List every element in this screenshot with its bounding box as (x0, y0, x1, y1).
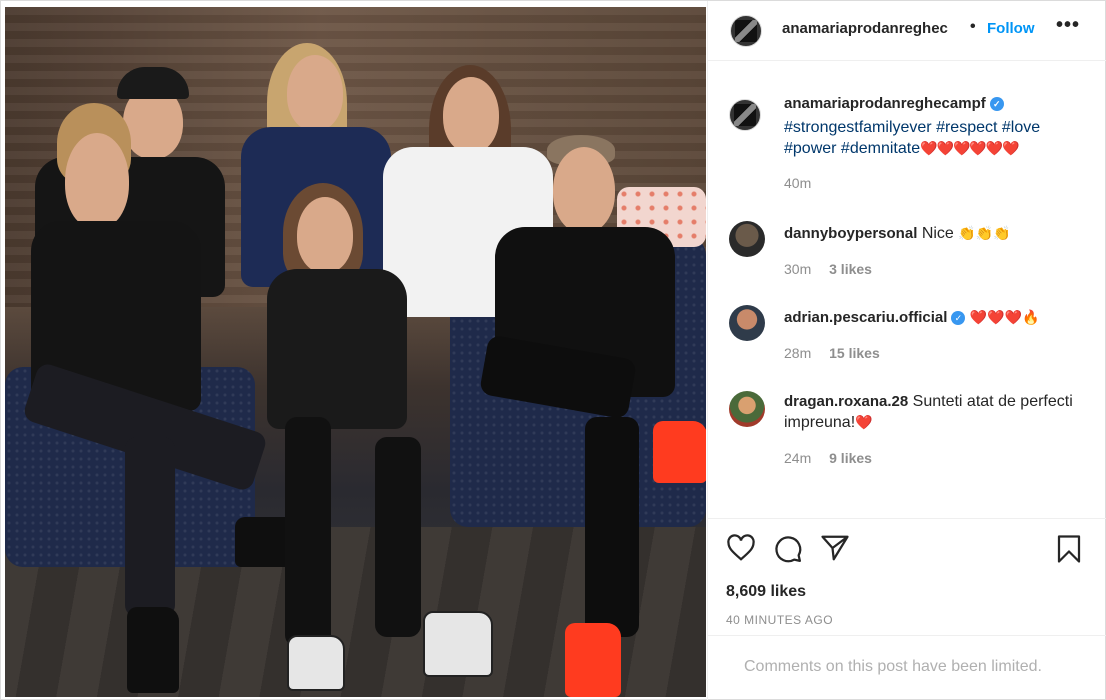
comment-meta: 24m 9 likes (784, 450, 886, 466)
comment-icon[interactable] (773, 534, 803, 564)
comment-emoji: 👏👏👏 (958, 225, 1011, 241)
comment-time: 24m (784, 450, 812, 466)
post-photo[interactable] (5, 7, 706, 697)
header-username[interactable]: anamariaprodanreghec (782, 20, 968, 37)
comment-avatar[interactable] (729, 305, 765, 341)
comment-meta: 28m 15 likes (784, 345, 894, 361)
share-icon[interactable] (820, 534, 850, 562)
comment-line: dannyboypersonal Nice 👏👏👏 (784, 223, 1084, 244)
header-separator-dot: • (970, 18, 976, 35)
comment-username[interactable]: dannyboypersonal (784, 225, 917, 242)
caption-text-block: #strongestfamilyever #respect #love #pow… (784, 117, 1084, 159)
comment-avatar[interactable] (729, 221, 765, 257)
verified-badge-icon: ✓ (989, 97, 1004, 112)
caption-username[interactable]: anamariaprodanreghecampf (784, 95, 986, 112)
more-options-icon[interactable]: ••• (1056, 14, 1080, 37)
comment-text: Nice (921, 225, 954, 242)
comments-limited-bar: Comments on this post have been limited. (708, 635, 1106, 700)
post-side-panel: anamariaprodanreghec • Follow ••• anamar… (707, 1, 1106, 700)
comment-likes[interactable]: 9 likes (829, 450, 872, 466)
heart-icon[interactable] (726, 534, 756, 562)
verified-badge-icon: ✓ (951, 310, 966, 325)
caption-timestamp: 40m (784, 175, 812, 191)
follow-button[interactable]: Follow (987, 20, 1035, 37)
comment-username[interactable]: dragan.roxana.28 (784, 393, 908, 410)
comment-username[interactable]: adrian.pescariu.official (784, 309, 947, 326)
likes-count[interactable]: 8,609 likes (726, 583, 806, 601)
post-header: anamariaprodanreghec • Follow ••• (708, 1, 1106, 61)
comments-limited-text: Comments on this post have been limited. (744, 658, 1042, 675)
instagram-post-frame: anamariaprodanreghec • Follow ••• anamar… (0, 0, 1106, 700)
bookmark-icon[interactable] (1055, 534, 1083, 564)
comment-likes[interactable]: 15 likes (829, 345, 880, 361)
comment-time: 30m (784, 261, 812, 277)
comment-time: 28m (784, 345, 812, 361)
comment-avatar[interactable] (729, 391, 765, 427)
comment-likes[interactable]: 3 likes (829, 261, 872, 277)
comment-emoji: ❤️❤️❤️🔥 (969, 309, 1040, 325)
comment-emoji: ❤️ (855, 414, 873, 430)
post-time-ago[interactable]: 40 MINUTES AGO (726, 613, 833, 627)
post-actions-bar (708, 518, 1106, 578)
comment-line: adrian.pescariu.official ✓ ❤️❤️❤️🔥 (784, 307, 1084, 328)
comment-line: dragan.roxana.28 Sunteti atat de perfect… (784, 391, 1084, 433)
header-avatar[interactable] (730, 15, 762, 47)
caption-username-row: anamariaprodanreghecampf ✓ (784, 95, 1004, 112)
caption-avatar[interactable] (729, 99, 761, 131)
comment-meta: 30m 3 likes (784, 261, 886, 277)
caption-hearts: ❤️❤️❤️❤️❤️❤️ (920, 140, 1020, 156)
